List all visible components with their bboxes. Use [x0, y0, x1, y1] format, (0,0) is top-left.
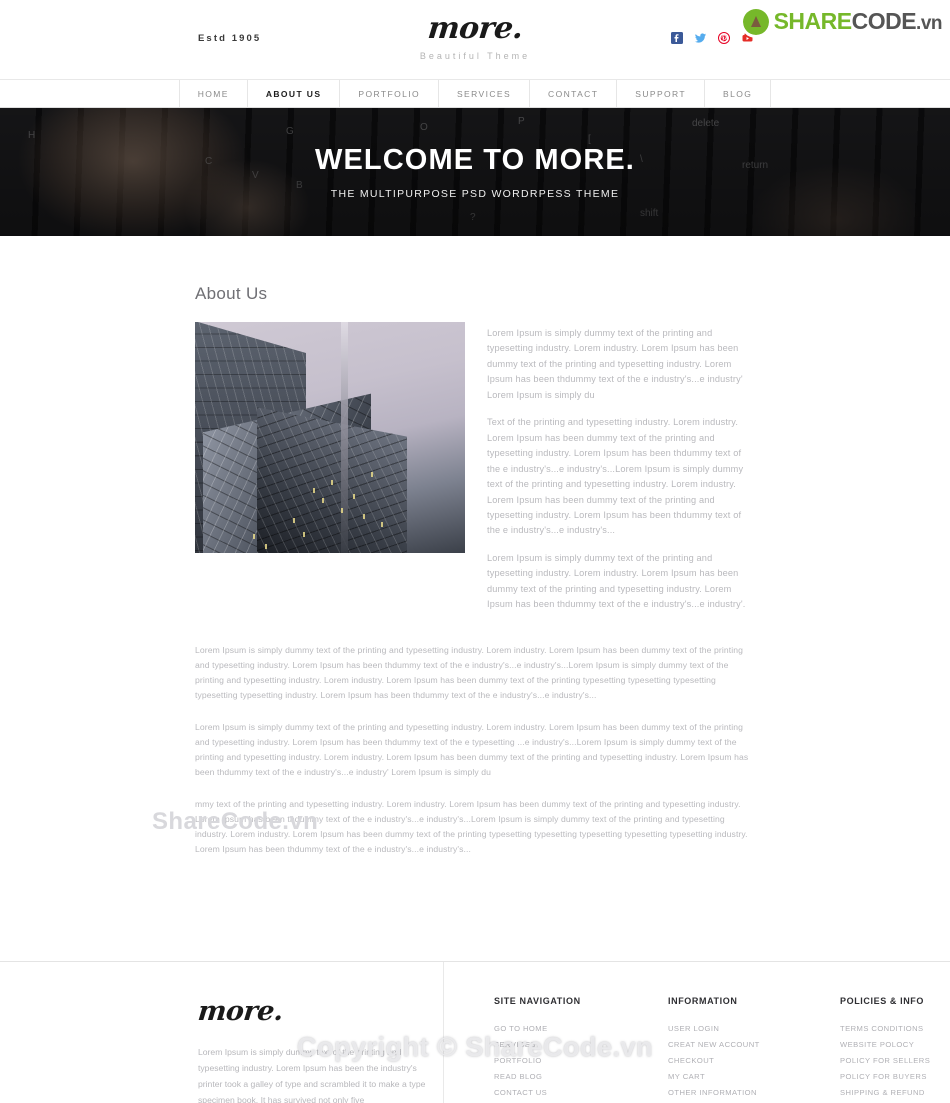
nav-item-about-us[interactable]: ABOUT US: [248, 80, 341, 107]
site-tagline: Beautiful Theme: [419, 51, 531, 61]
page-title: About Us: [195, 284, 268, 303]
footer-brand-column: more. Lorem Ipsum is simply dummy text o…: [196, 996, 439, 1103]
nav-item-home[interactable]: HOME: [178, 80, 248, 107]
hero-subtitle: THE MULTIPURPOSE PSD WORDRPESS THEME: [330, 188, 620, 200]
footer-column-title: POLICIES & INFO: [840, 996, 925, 1007]
footer-link-portfolio[interactable]: PORTFOLIO: [494, 1056, 606, 1065]
footer-column-title: SITE NAVIGATION: [494, 996, 581, 1007]
footer-link-go-to-home[interactable]: GO TO HOME: [494, 1024, 606, 1033]
sharecode-vn-text: .vn: [916, 13, 942, 34]
sharecode-mark-icon: [742, 8, 769, 35]
footer-link-policy-for-buyers[interactable]: POLICY FOR BUYERS: [840, 1072, 950, 1081]
footer-column-title: INFORMATION: [668, 996, 738, 1007]
about-section: Lorem Ipsum is simply dummy text of the …: [195, 322, 755, 625]
body-text-section: Lorem Ipsum is simply dummy text of the …: [195, 643, 755, 857]
pinterest-icon[interactable]: [718, 32, 730, 44]
footer-link-other-information[interactable]: OTHER INFORMATION: [668, 1088, 778, 1097]
footer-link-user-login[interactable]: USER LOGIN: [668, 1024, 778, 1033]
footer-link-columns: SITE NAVIGATION GO TO HOME SERVICES PORT…: [494, 996, 950, 1103]
main-navigation: HOME ABOUT US PORTFOLIO SERVICES CONTACT…: [0, 80, 950, 108]
footer-link-read-blog[interactable]: READ BLOG: [494, 1072, 606, 1081]
sharecode-code-text: CODE: [851, 8, 917, 34]
footer-divider: [443, 962, 444, 1103]
nav-item-services[interactable]: SERVICES: [439, 80, 531, 107]
nav-item-support[interactable]: SUPPORT: [617, 80, 706, 107]
footer-column-information: INFORMATION USER LOGIN CREAT NEW ACCOUNT…: [668, 996, 778, 1103]
site-footer: more. Lorem Ipsum is simply dummy text o…: [0, 961, 950, 1103]
about-paragraph: Text of the printing and typesetting ind…: [487, 417, 744, 536]
sharecode-share-text: SHARE: [773, 8, 853, 34]
footer-link-services[interactable]: SERVICES: [494, 1040, 606, 1049]
footer-link-website-policy[interactable]: WEBSITE POLOCY: [840, 1040, 950, 1049]
main-content: About Us Lorem Ipsum is simply dummy tex…: [0, 236, 950, 857]
footer-logo[interactable]: more.: [196, 996, 284, 1027]
footer-link-terms-conditions[interactable]: TERMS CONDITIONS: [840, 1024, 950, 1033]
social-links: [671, 32, 754, 44]
nav-item-contact[interactable]: CONTACT: [530, 80, 618, 107]
sharecode-watermark-logo: SHARECODE.vn: [742, 8, 942, 35]
footer-link-my-cart[interactable]: MY CART: [668, 1072, 778, 1081]
nav-item-portfolio[interactable]: PORTFOLIO: [340, 80, 439, 107]
site-header: Estd 1905 more. Beautiful Theme SHARECOD…: [0, 0, 950, 80]
footer-link-shipping-refund[interactable]: SHIPPING & REFUND: [840, 1088, 950, 1097]
about-paragraph: Lorem Ipsum is simply dummy text of the …: [487, 328, 743, 400]
footer-column-policies-info: POLICIES & INFO TERMS CONDITIONS WEBSITE…: [840, 996, 950, 1103]
about-text-column: Lorem Ipsum is simply dummy text of the …: [487, 322, 755, 625]
site-logo[interactable]: more.: [426, 11, 524, 46]
about-image: [195, 322, 465, 553]
facebook-icon[interactable]: [671, 32, 683, 44]
hero-title: WELCOME TO MORE.: [315, 144, 635, 176]
twitter-icon[interactable]: [694, 32, 707, 44]
footer-column-site-navigation: SITE NAVIGATION GO TO HOME SERVICES PORT…: [494, 996, 606, 1103]
hero-banner: H C V B G O P [ \ delete return shift ? …: [0, 108, 950, 236]
nav-item-blog[interactable]: BLOG: [705, 80, 772, 107]
body-paragraph: Lorem Ipsum is simply dummy text of the …: [195, 721, 749, 777]
footer-description: Lorem Ipsum is simply dummy text of the …: [198, 1047, 426, 1103]
footer-link-create-new-account[interactable]: CREAT NEW ACCOUNT: [668, 1040, 778, 1049]
body-paragraph: mmy text of the printing and typesetting…: [195, 798, 748, 855]
footer-link-checkout[interactable]: CHECKOUT: [668, 1056, 778, 1065]
footer-link-policy-for-sellers[interactable]: POLICY FOR SELLERS: [840, 1056, 950, 1065]
about-paragraph: Lorem Ipsum is simply dummy text of the …: [487, 552, 746, 610]
footer-link-contact-us[interactable]: CONTACT US: [494, 1088, 606, 1097]
body-paragraph: Lorem Ipsum is simply dummy text of the …: [195, 644, 743, 700]
